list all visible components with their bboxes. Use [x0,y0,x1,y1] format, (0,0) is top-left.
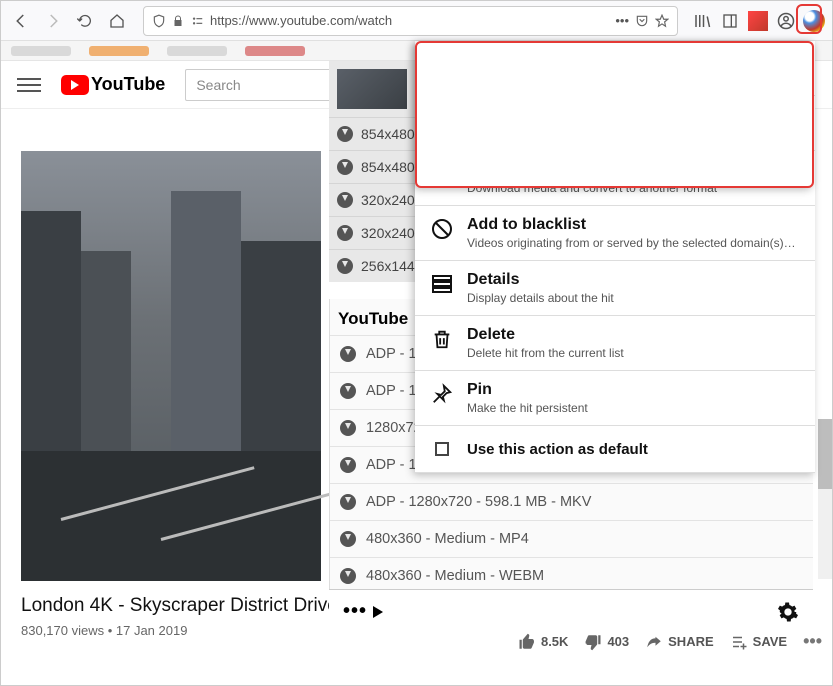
dots-icon: ••• [343,600,367,623]
youtube-play-icon [61,75,89,95]
menu-default-checkbox[interactable]: Use this action as default [415,426,815,473]
video-actions: 8.5K 403 SHARE SAVE ••• [518,631,822,652]
checkbox-icon[interactable] [435,442,449,456]
download-icon [340,420,356,436]
reload-button[interactable] [71,7,99,35]
convert-icon [429,161,455,187]
pin-icon [429,381,455,407]
library-icon[interactable] [690,9,714,33]
download-icon [340,531,356,547]
download-icon [340,494,356,510]
pocket-icon[interactable] [635,14,649,28]
lock-icon [172,15,184,27]
media-item[interactable]: 480x360 - Medium - MP4 [330,520,813,557]
action-menu: Quick downloadDownload without asking fo… [415,41,815,473]
url-bar[interactable]: https://www.youtube.com/watch ••• [143,6,678,36]
format-thumb [337,69,407,109]
permissions-icon [190,14,204,28]
hamburger-icon[interactable] [17,78,41,92]
download-icon [340,346,356,362]
blacklist-icon [429,216,455,242]
media-item[interactable]: ADP - 1280x720 - 598.1 MB - MKV [330,483,813,520]
browser-toolbar: https://www.youtube.com/watch ••• [1,1,832,41]
sidebar-icon[interactable] [718,9,742,33]
share-button[interactable]: SHARE [645,633,714,651]
shield-icon [152,14,166,28]
downloader-ext-icon[interactable] [802,9,826,33]
menu-quick-download[interactable]: Quick downloadDownload without asking fo… [415,41,815,96]
video-player[interactable] [21,151,321,581]
download-icon [337,192,353,208]
settings-button[interactable] [777,601,799,623]
menu-details[interactable]: DetailsDisplay details about the hit [415,261,815,316]
menu-download-convert[interactable]: Download & ConvertDownload media and con… [415,151,815,206]
save-button[interactable]: SAVE [730,633,787,651]
scrollbar[interactable] [818,419,832,579]
download-icon [340,383,356,399]
like-button[interactable]: 8.5K [518,633,568,651]
star-icon[interactable] [655,14,669,28]
menu-delete[interactable]: DeleteDelete hit from the current list [415,316,815,371]
youtube-brand-text: YouTube [91,74,165,95]
scrollbar-thumb[interactable] [818,419,832,489]
trash-icon [429,326,455,352]
download-icon [337,225,353,241]
youtube-ext-icon[interactable] [746,9,770,33]
download-icon [337,159,353,175]
download-icon [340,568,356,584]
download-icon [337,258,353,274]
forward-button[interactable] [39,7,67,35]
page-actions-icon[interactable]: ••• [615,13,629,28]
video-meta: 830,170 views • 17 Jan 2019 [21,623,338,638]
home-button[interactable] [103,7,131,35]
panel-footer: ••• [329,589,813,633]
footer-more[interactable]: ••• [343,600,383,623]
download-icon [340,457,356,473]
more-button[interactable]: ••• [803,631,822,652]
details-icon [429,271,455,297]
back-button[interactable] [7,7,35,35]
search-placeholder: Search [196,77,240,93]
account-icon[interactable] [774,9,798,33]
download-icon [337,126,353,142]
youtube-logo[interactable]: YouTube [61,74,165,95]
menu-blacklist[interactable]: Add to blacklistVideos originating from … [415,206,815,261]
menu-pin[interactable]: PinMake the hit persistent [415,371,815,426]
video-info: London 4K - Skyscraper District Drive 83… [21,595,338,638]
video-title: London 4K - Skyscraper District Drive [21,595,338,617]
menu-download[interactable]: DownloadDownload the file to your hard d… [415,96,815,151]
download-arrow-icon [429,106,455,132]
dislike-button[interactable]: 403 [584,633,629,651]
url-text: https://www.youtube.com/watch [210,13,609,28]
bolt-download-icon [429,51,455,77]
play-icon [373,606,383,618]
